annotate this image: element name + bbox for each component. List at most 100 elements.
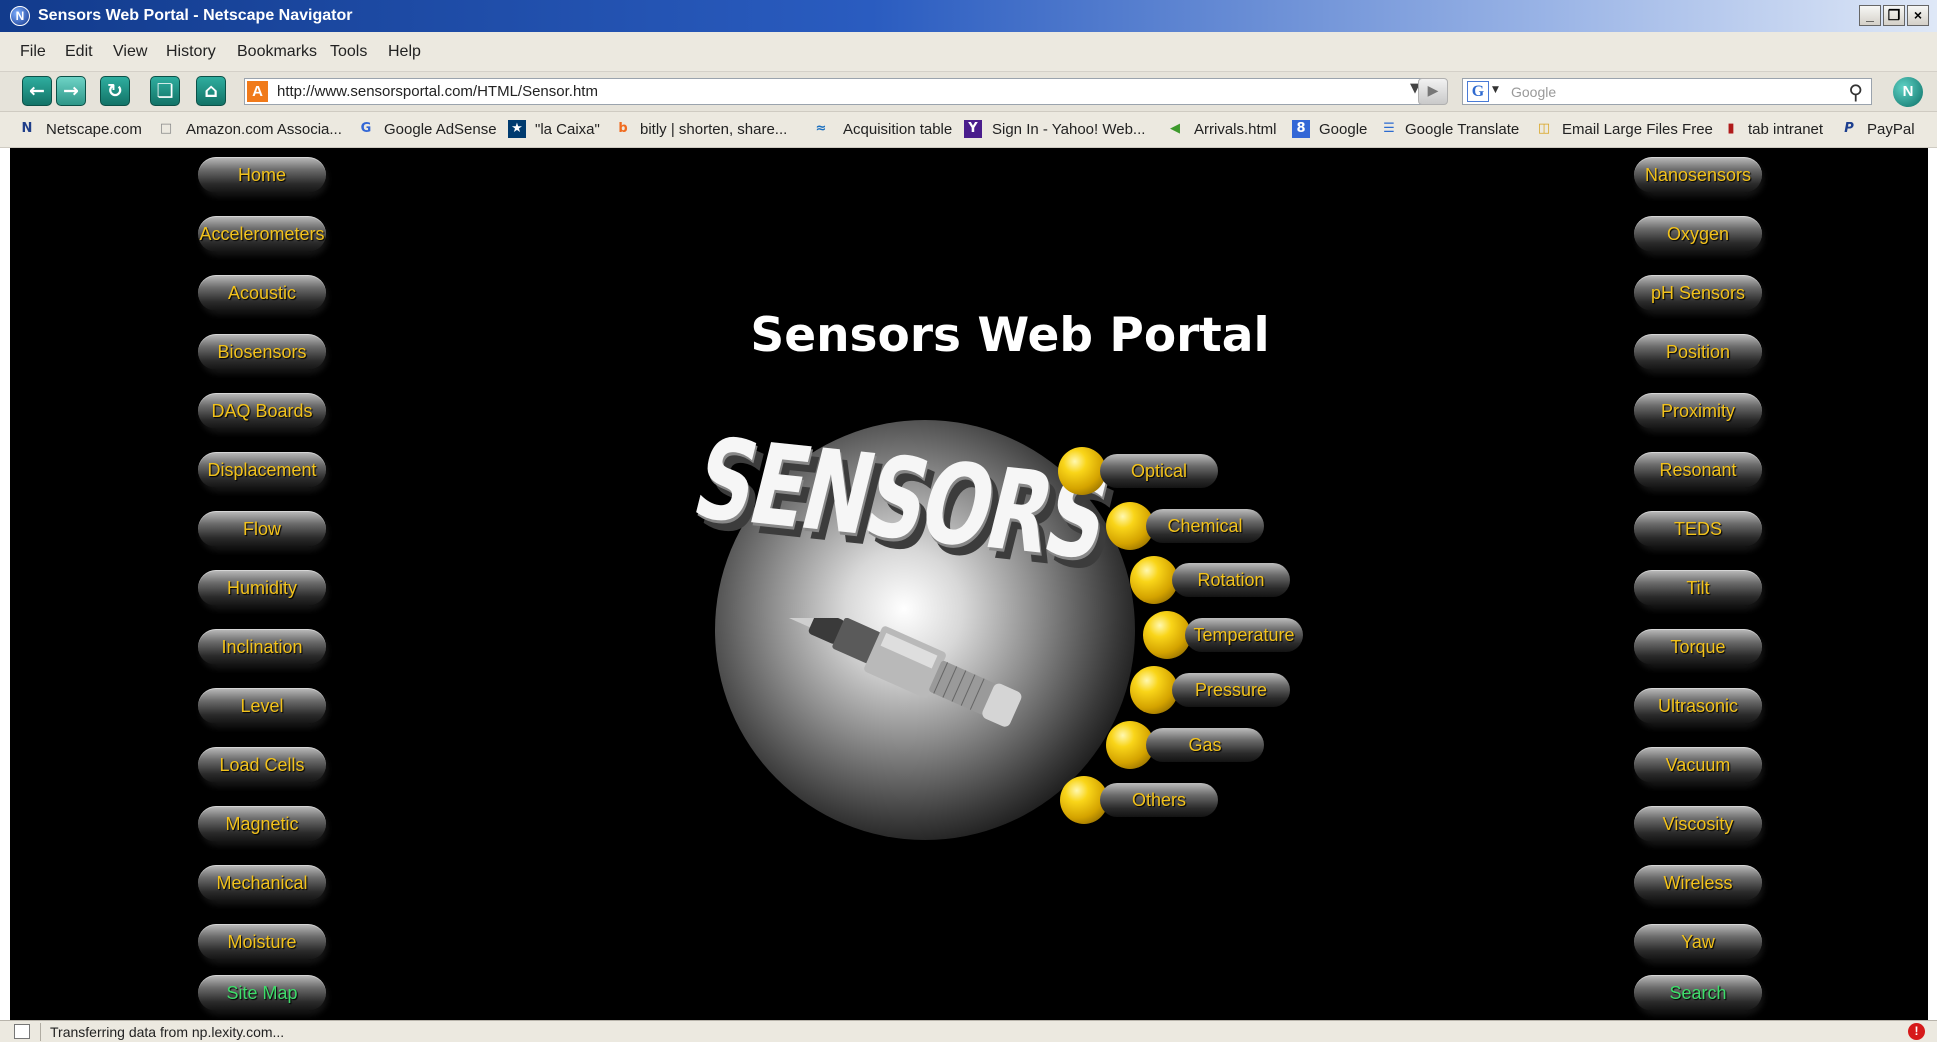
nav-viscosity[interactable]: Viscosity: [1634, 806, 1762, 842]
bookmark-yahoo[interactable]: Sign In - Yahoo! Web...: [992, 121, 1145, 138]
nav-search[interactable]: Search: [1634, 975, 1762, 1011]
bitly-icon: b: [618, 121, 628, 136]
search-placeholder: Google: [1511, 84, 1557, 100]
nav-daq-boards[interactable]: DAQ Boards: [198, 393, 326, 429]
category-gas[interactable]: Gas: [1146, 728, 1264, 762]
google-icon: G: [360, 121, 372, 136]
nav-home[interactable]: Home: [198, 157, 326, 193]
status-bar: Transferring data from np.lexity.com... …: [0, 1020, 1937, 1042]
nav-wireless[interactable]: Wireless: [1634, 865, 1762, 901]
status-text: Transferring data from np.lexity.com...: [50, 1024, 285, 1040]
bookmark-amazon[interactable]: Amazon.com Associa...: [186, 121, 342, 138]
netscape-throbber-icon: N: [1893, 77, 1923, 107]
browser-window: N Sensors Web Portal - Netscape Navigato…: [0, 0, 1937, 1042]
nav-proximity[interactable]: Proximity: [1634, 393, 1762, 429]
optical-ball-icon: [1058, 447, 1106, 495]
restore-button[interactable]: ❐: [1883, 5, 1905, 26]
bookmark-tab-intranet[interactable]: tab intranet: [1748, 121, 1823, 138]
temperature-ball-icon: [1143, 611, 1191, 659]
pressure-ball-icon: [1130, 666, 1178, 714]
forward-arrow-icon[interactable]: →: [56, 76, 86, 106]
navigation-toolbar: ← → ↻ ❏ ⌂ A http://www.sensorsportal.com…: [0, 72, 1937, 112]
nav-humidity[interactable]: Humidity: [198, 570, 326, 606]
google-engine-icon[interactable]: G: [1467, 81, 1489, 102]
nav-position[interactable]: Position: [1634, 334, 1762, 370]
nav-ph-sensors[interactable]: pH Sensors: [1634, 275, 1762, 311]
address-bar[interactable]: A http://www.sensorsportal.com/HTML/Sens…: [244, 78, 1429, 105]
nav-acoustic[interactable]: Acoustic: [198, 275, 326, 311]
nav-oxygen[interactable]: Oxygen: [1634, 216, 1762, 252]
page-title: Sensors Web Portal: [750, 308, 1270, 363]
nav-teds[interactable]: TEDS: [1634, 511, 1762, 547]
category-others[interactable]: Others: [1100, 783, 1218, 817]
menu-history[interactable]: History: [166, 43, 216, 61]
back-arrow-icon[interactable]: ←: [22, 76, 52, 106]
reload-icon[interactable]: ↻: [100, 76, 130, 106]
category-chemical[interactable]: Chemical: [1146, 509, 1264, 543]
category-optical[interactable]: Optical: [1100, 454, 1218, 488]
bookmark-translate[interactable]: Google Translate: [1405, 121, 1519, 138]
search-icon[interactable]: ⚲: [1848, 80, 1863, 104]
bookmark-email-large-files[interactable]: Email Large Files Free: [1562, 121, 1713, 138]
close-button[interactable]: ×: [1907, 5, 1929, 26]
netscape-icon: N: [10, 6, 30, 26]
bookmark-bitly[interactable]: bitly | shorten, share...: [640, 121, 787, 138]
page-content: Sensors Web Portal SENSORS SENSORS Optic…: [10, 148, 1928, 1020]
nav-ultrasonic[interactable]: Ultrasonic: [1634, 688, 1762, 724]
bookmark-netscape[interactable]: Netscape.com: [46, 121, 142, 138]
page-icon: □: [159, 121, 173, 136]
menu-edit[interactable]: Edit: [65, 43, 93, 61]
menu-help[interactable]: Help: [388, 43, 421, 61]
nav-displacement[interactable]: Displacement: [198, 452, 326, 488]
nav-yaw[interactable]: Yaw: [1634, 924, 1762, 960]
minimize-button[interactable]: _: [1859, 5, 1881, 26]
pressure-sensor-image: [765, 618, 1022, 727]
nav-accelerometers[interactable]: Accelerometers: [198, 216, 326, 252]
menu-tools[interactable]: Tools: [330, 43, 367, 61]
nav-nanosensors[interactable]: Nanosensors: [1634, 157, 1762, 193]
window-title: Sensors Web Portal - Netscape Navigator: [38, 7, 353, 24]
search-bar[interactable]: G ▼ Google ⚲: [1462, 78, 1872, 105]
nav-resonant[interactable]: Resonant: [1634, 452, 1762, 488]
bookmark-acquisition[interactable]: Acquisition table: [843, 121, 952, 138]
bookmarks-toolbar: N Netscape.com □ Amazon.com Associa... G…: [0, 112, 1937, 148]
nav-biosensors[interactable]: Biosensors: [198, 334, 326, 370]
nav-inclination[interactable]: Inclination: [198, 629, 326, 665]
bookmark-adsense[interactable]: Google AdSense: [384, 121, 497, 138]
la-caixa-icon: ★: [508, 120, 526, 138]
title-bar: N Sensors Web Portal - Netscape Navigato…: [0, 0, 1937, 32]
netscape-bookmark-icon: N: [21, 121, 33, 136]
nav-load-cells[interactable]: Load Cells: [198, 747, 326, 783]
category-rotation[interactable]: Rotation: [1172, 563, 1290, 597]
nav-magnetic[interactable]: Magnetic: [198, 806, 326, 842]
alert-icon[interactable]: !: [1908, 1023, 1925, 1040]
folder-icon: ◫: [1537, 121, 1551, 136]
nav-level[interactable]: Level: [198, 688, 326, 724]
bookmark-la-caixa[interactable]: "la Caixa": [535, 121, 600, 138]
go-button[interactable]: ▶: [1418, 78, 1448, 105]
bookmark-paypal[interactable]: PayPal: [1867, 121, 1915, 138]
category-pressure[interactable]: Pressure: [1172, 673, 1290, 707]
menu-file[interactable]: File: [20, 43, 46, 61]
nav-site-map[interactable]: Site Map: [198, 975, 326, 1011]
translate-icon: ☰: [1383, 121, 1395, 136]
arrivals-icon: ◀: [1170, 121, 1180, 136]
google-8-icon: 8: [1292, 120, 1310, 138]
engine-dropdown-icon[interactable]: ▼: [1492, 85, 1499, 95]
nav-flow[interactable]: Flow: [198, 511, 326, 547]
menu-view[interactable]: View: [113, 43, 147, 61]
menu-bar: File Edit View History Bookmarks Tools H…: [0, 32, 1937, 72]
bookmark-arrivals[interactable]: Arrivals.html: [1194, 121, 1277, 138]
bookmark-google[interactable]: Google: [1319, 121, 1367, 138]
new-tab-icon[interactable]: ❏: [150, 76, 180, 106]
menu-bookmarks[interactable]: Bookmarks: [237, 43, 317, 61]
nav-moisture[interactable]: Moisture: [198, 924, 326, 960]
nav-mechanical[interactable]: Mechanical: [198, 865, 326, 901]
intranet-icon: ▮: [1727, 121, 1735, 136]
nav-tilt[interactable]: Tilt: [1634, 570, 1762, 606]
nav-vacuum[interactable]: Vacuum: [1634, 747, 1762, 783]
home-icon[interactable]: ⌂: [196, 76, 226, 106]
rotation-ball-icon: [1130, 556, 1178, 604]
nav-torque[interactable]: Torque: [1634, 629, 1762, 665]
category-temperature[interactable]: Temperature: [1185, 618, 1303, 652]
